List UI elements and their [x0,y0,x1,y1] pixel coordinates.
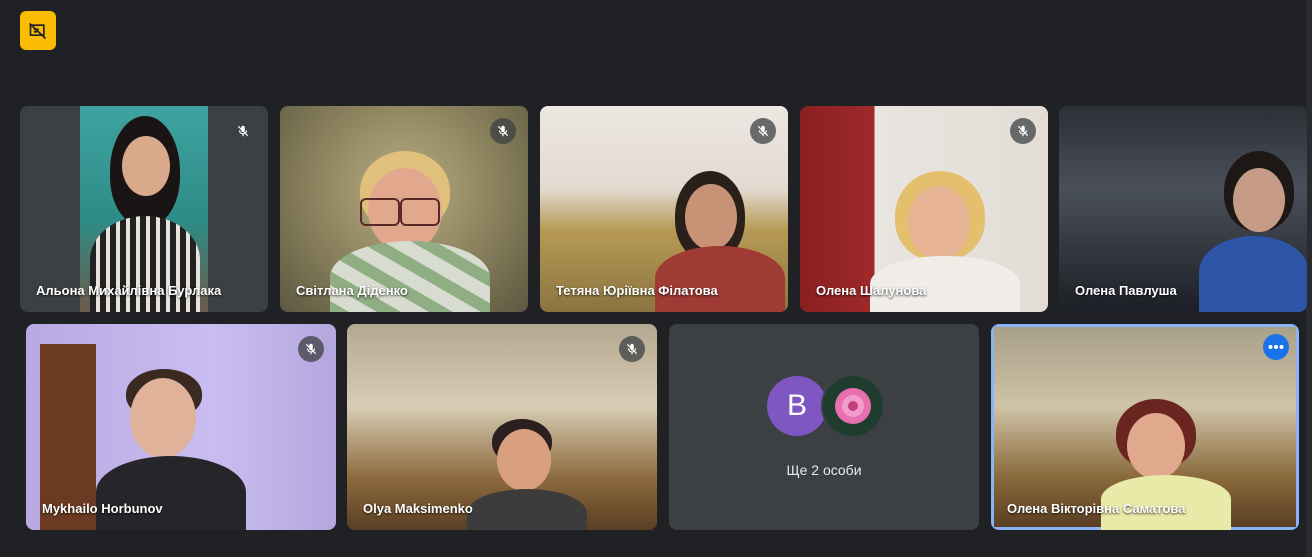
more-participants-label: Ще 2 особи [786,462,862,478]
participant-tile[interactable]: Олена Шалунова [800,106,1048,312]
participant-tile[interactable]: Світлана Діденко [280,106,528,312]
participant-tile[interactable]: Olya Maksimenko [347,324,657,530]
participant-figure [1199,146,1307,312]
participant-tile[interactable]: Олена Павлуша [1059,106,1307,312]
participant-tile[interactable]: Mykhailo Horbunov [26,324,336,530]
mic-off-icon [298,336,324,362]
participant-figure [467,419,587,530]
participant-name: Mykhailo Horbunov [42,501,163,516]
avatar: B [767,376,827,436]
participant-name: Олена Шалунова [816,283,927,298]
presentation-off-button[interactable] [20,11,56,50]
mic-off-icon [1010,118,1036,144]
participant-name: Olya Maksimenko [363,501,473,516]
participant-name: Альона Михайлівна Бурлака [36,283,222,298]
mic-off-icon [750,118,776,144]
presentation-off-icon [29,22,47,39]
mic-off-icon [619,336,645,362]
participant-name: Олена Павлуша [1075,283,1177,298]
self-participant-tile[interactable]: Олена Вікторівна Саматова [991,324,1299,530]
more-options-icon [1268,345,1284,349]
participant-name: Тетяна Юріївна Філатова [556,283,718,298]
others-tile[interactable]: B Ще 2 особи [669,324,979,530]
more-options-button[interactable] [1263,334,1289,360]
participant-figure [80,106,208,312]
flower-avatar-icon [821,374,885,438]
participant-name: Світлана Діденко [296,283,408,298]
mic-off-icon [490,118,516,144]
participant-tile[interactable]: Тетяна Юріївна Філатова [540,106,788,312]
mic-off-icon [230,118,256,144]
participant-name: Олена Вікторівна Саматова [1007,501,1186,516]
participant-tile[interactable]: Альона Михайлівна Бурлака [20,106,268,312]
